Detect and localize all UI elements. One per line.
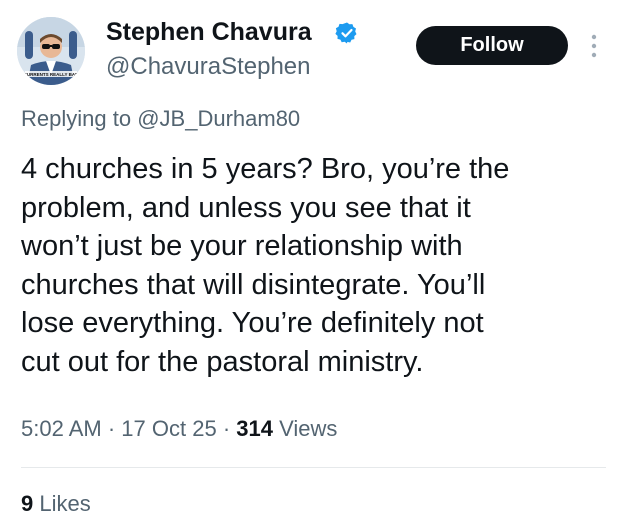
replying-to: Replying to @JB_Durham80 bbox=[21, 104, 300, 134]
likes-label: Likes bbox=[39, 491, 91, 516]
views-count: 314 bbox=[236, 416, 273, 441]
tweet-text-line: churches that will disintegrate. You’ll bbox=[21, 268, 486, 301]
avatar[interactable]: CURRENTS REALLY BAD bbox=[17, 17, 85, 85]
tweet-meta: 5:02 AM · 17 Oct 25 · 314 Views bbox=[21, 414, 337, 444]
tweet-text-line: lose everything. You’re definitely not bbox=[21, 307, 484, 339]
more-vertical-icon[interactable] bbox=[590, 32, 598, 60]
tweet-text-line: won’t just be your relationship with bbox=[21, 230, 463, 262]
likes-link[interactable]: 9 Likes bbox=[21, 489, 91, 519]
avatar-image: CURRENTS REALLY BAD bbox=[17, 17, 85, 85]
likes-count: 9 bbox=[21, 491, 34, 516]
tweet-text-line: 4 churches in 5 years? Bro, you’re the bbox=[21, 153, 510, 185]
reply-mention-link[interactable]: @JB_Durham80 bbox=[137, 106, 300, 131]
tweet-time[interactable]: 5:02 AM bbox=[21, 416, 102, 441]
tweet-text: 4 churches in 5 years? Bro, you’re the p… bbox=[21, 150, 611, 381]
avatar-caption: CURRENTS REALLY BAD bbox=[24, 72, 80, 77]
verified-badge-icon bbox=[335, 22, 357, 44]
display-name[interactable]: Stephen Chavura bbox=[106, 16, 312, 48]
tweet-text-line: cut out for the pastoral ministry. bbox=[21, 345, 424, 378]
meta-separator: · bbox=[222, 416, 231, 441]
meta-separator: · bbox=[107, 416, 116, 441]
replying-prefix: Replying to bbox=[21, 106, 132, 131]
tweet-date[interactable]: 17 Oct 25 bbox=[121, 416, 216, 441]
views-label: Views bbox=[279, 416, 338, 441]
divider bbox=[21, 467, 606, 468]
tweet-card: CURRENTS REALLY BAD Stephen Chavura @Cha… bbox=[0, 0, 626, 530]
follow-button[interactable]: Follow bbox=[416, 26, 568, 65]
user-handle[interactable]: @ChavuraStephen bbox=[106, 52, 311, 82]
tweet-text-line: problem, and unless you see that it bbox=[21, 191, 471, 224]
